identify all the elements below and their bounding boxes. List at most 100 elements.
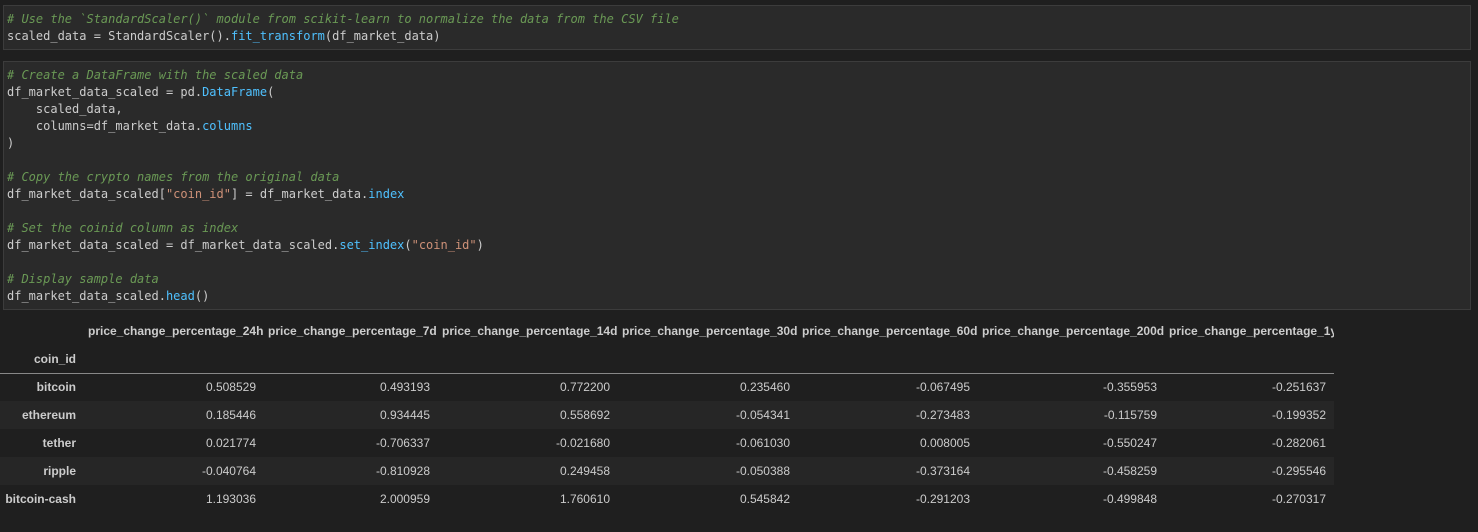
code-text: ) <box>7 136 15 150</box>
table-cell: -0.706337 <box>375 436 430 450</box>
column-header: price_change_percentage_60d <box>802 324 978 338</box>
column-header: price_change_percentage_1y <box>1169 324 1334 338</box>
empty-header <box>618 346 798 373</box>
table-cell: 0.185446 <box>205 408 256 422</box>
code-method: head <box>165 289 195 303</box>
table-cell: -0.251637 <box>1271 380 1326 395</box>
code-comment: # Use the `StandardScaler()` module from… <box>7 12 679 26</box>
row-index: ethereum <box>21 408 76 422</box>
code-text: ( <box>267 85 275 99</box>
table-cell: -0.270317 <box>1271 492 1326 506</box>
header-corner <box>0 316 84 346</box>
code-line: # Copy the crypto names from the origina… <box>7 169 1467 186</box>
empty-header <box>438 346 618 373</box>
table-cell: 0.235460 <box>739 380 790 395</box>
code-text: columns=df_market_data. <box>7 119 203 133</box>
table-row: tether 0.021774 -0.706337 -0.021680 -0.06103… <box>0 429 1334 457</box>
code-line: # Set the coinid column as index <box>7 220 1467 237</box>
dataframe-table: price_change_percentage_24h price_change… <box>0 316 1334 513</box>
code-comment: # Display sample data <box>7 272 159 286</box>
code-attribute: index <box>368 187 405 201</box>
table-cell: 0.934445 <box>379 408 430 422</box>
row-index: tether <box>42 436 76 450</box>
table-cell: 1.193036 <box>205 492 256 506</box>
column-header: price_change_percentage_200d <box>982 324 1165 338</box>
code-line: scaled_data, <box>7 101 1467 118</box>
code-line: columns=df_market_data.columns <box>7 118 1467 135</box>
code-text: scaled_data = StandardScaler(). <box>7 29 231 43</box>
code-line: df_market_data_scaled = pd.DataFrame( <box>7 84 1467 101</box>
index-name: coin_id <box>33 352 76 367</box>
code-text: scaled_data, <box>7 102 123 116</box>
table-cell: -0.373164 <box>915 464 970 478</box>
code-comment: # Create a DataFrame with the scaled dat… <box>7 68 304 82</box>
table-cell: -0.282061 <box>1271 436 1326 450</box>
code-text: df_market_data_scaled[ <box>7 187 166 201</box>
table-cell: -0.810928 <box>375 464 430 478</box>
empty-header <box>84 346 264 373</box>
column-header: price_change_percentage_14d <box>442 324 618 338</box>
code-attribute: columns <box>202 119 253 133</box>
code-line: # Display sample data <box>7 271 1467 288</box>
code-text: ) <box>476 238 484 252</box>
table-cell: 1.760610 <box>559 492 610 506</box>
code-text: () <box>194 289 210 303</box>
code-cell-scaler[interactable]: # Use the `StandardScaler()` module from… <box>3 5 1471 50</box>
code-text: df_market_data_scaled = df_market_data_s… <box>7 238 340 252</box>
code-method: DataFrame <box>202 85 268 99</box>
code-text: df_market_data_scaled. <box>7 289 166 303</box>
table-cell: -0.054341 <box>735 408 790 422</box>
table-cell: 0.021774 <box>205 436 256 450</box>
code-line: ) <box>7 135 1467 152</box>
table-cell: -0.050388 <box>735 464 790 478</box>
row-index: bitcoin-cash <box>5 492 76 506</box>
table-cell: -0.061030 <box>735 436 790 450</box>
column-header: price_change_percentage_24h <box>88 324 264 338</box>
table-cell: -0.115759 <box>1103 408 1157 422</box>
header-row: price_change_percentage_24h price_change… <box>0 316 1334 346</box>
empty-header <box>1165 346 1334 373</box>
table-row: ethereum 0.185446 0.934445 0.558692 -0.05434… <box>0 401 1334 429</box>
code-string: "coin_id" <box>411 238 477 252</box>
code-method: fit_transform <box>230 29 325 43</box>
index-name-row: coin_id <box>0 346 1334 373</box>
table-row: bitcoin 0.508529 0.493193 0.772200 0.235460 -… <box>0 373 1334 401</box>
table-cell: 0.008005 <box>919 436 970 450</box>
table-cell: -0.550247 <box>1102 436 1157 450</box>
row-index: bitcoin <box>36 380 76 395</box>
code-text: (df_market_data) <box>324 29 441 43</box>
code-text: ( <box>404 238 412 252</box>
code-line: # Create a DataFrame with the scaled dat… <box>7 67 1467 84</box>
code-line: # Use the `StandardScaler()` module from… <box>7 11 1467 28</box>
empty-header <box>978 346 1165 373</box>
table-cell: -0.273483 <box>915 408 970 422</box>
cell-output: price_change_percentage_24h price_change… <box>0 316 1340 513</box>
table-cell: 0.558692 <box>559 408 610 422</box>
table-cell: -0.458259 <box>1102 464 1157 478</box>
code-comment: # Copy the crypto names from the origina… <box>7 170 340 184</box>
empty-header <box>798 346 978 373</box>
table-cell: 0.772200 <box>559 380 610 395</box>
code-line: scaled_data = StandardScaler().fit_trans… <box>7 28 1467 45</box>
table-cell: 0.249458 <box>559 464 610 478</box>
code-line: df_market_data_scaled = df_market_data_s… <box>7 237 1467 254</box>
table-cell: 2.000959 <box>379 492 430 506</box>
column-header: price_change_percentage_7d <box>268 324 437 338</box>
table-row: ripple -0.040764 -0.810928 0.249458 -0.05038… <box>0 457 1334 485</box>
table-cell: -0.021680 <box>555 436 610 450</box>
empty-header <box>264 346 438 373</box>
table-cell: 0.545842 <box>739 492 790 506</box>
table-cell: 0.493193 <box>379 380 430 395</box>
code-line: df_market_data_scaled["coin_id"] = df_ma… <box>7 186 1467 203</box>
code-text: df_market_data_scaled = pd. <box>7 85 203 99</box>
table-cell: -0.295546 <box>1271 464 1326 478</box>
table-cell: -0.067495 <box>915 380 970 395</box>
table-cell: 0.508529 <box>205 380 256 395</box>
code-cell-dataframe[interactable]: # Create a DataFrame with the scaled dat… <box>3 61 1471 310</box>
code-line: df_market_data_scaled.head() <box>7 288 1467 305</box>
table-body: bitcoin 0.508529 0.493193 0.772200 0.235460 -… <box>0 373 1334 513</box>
code-comment: # Set the coinid column as index <box>7 221 239 235</box>
